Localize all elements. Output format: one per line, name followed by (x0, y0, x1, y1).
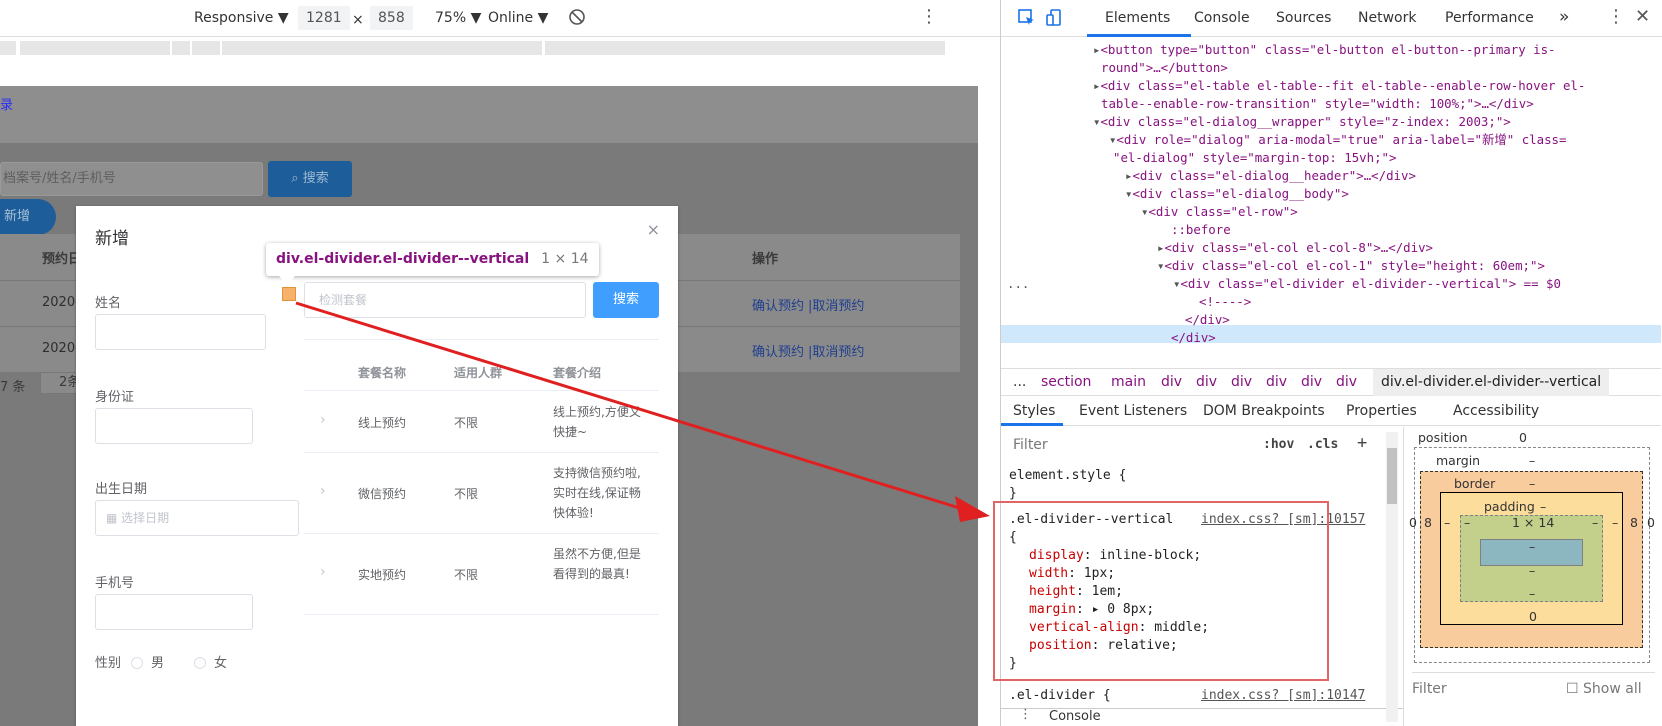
more-options-icon[interactable]: ⋮ (920, 6, 938, 27)
styles-scrollbar[interactable] (1386, 432, 1398, 722)
dom-node[interactable]: ▾<div role="dialog" aria-modal="true" ar… (1109, 131, 1566, 149)
calendar-icon: ▦ (106, 511, 118, 525)
breadcrumb-current[interactable]: div.el-divider.el-divider--vertical (1373, 369, 1610, 396)
back-link[interactable]: 录 (0, 94, 13, 113)
expand-chevron-icon[interactable]: › (320, 564, 326, 580)
name-label: 姓名 (95, 296, 122, 311)
more-tabs-icon[interactable]: » (1559, 7, 1569, 27)
media-query-ruler (0, 37, 1000, 59)
tooltip-arrow (279, 276, 295, 284)
patient-search-input[interactable]: 档案号/姓名/手机号 (0, 162, 263, 196)
node-ellipsis[interactable]: ... (1007, 275, 1029, 293)
divider-highlight (282, 287, 296, 301)
dom-node-cont: table--enable-row-transition" style="wid… (1101, 96, 1534, 111)
active-subtab-indicator (1001, 423, 1063, 426)
styles-subtabs: Styles Event Listeners DOM Breakpoints P… (1001, 396, 1661, 426)
expand-chevron-icon[interactable]: › (320, 412, 326, 428)
device-mode-dropdown[interactable]: Responsive ▼ (194, 10, 289, 26)
rotate-icon[interactable] (568, 8, 586, 30)
tab-dom-breakpoints[interactable]: DOM Breakpoints (1203, 396, 1325, 426)
add-button[interactable]: 新增 (0, 199, 56, 235)
tab-event-listeners[interactable]: Event Listeners (1079, 396, 1187, 426)
annotation-box (993, 501, 1329, 681)
zoom-dropdown[interactable]: 75% ▼ (435, 10, 481, 26)
dom-node[interactable]: ▸<div class="el-table el-table--fit el-t… (1093, 77, 1585, 95)
dom-close-tag: </div> (1171, 330, 1216, 345)
tab-sources[interactable]: Sources (1276, 10, 1331, 26)
tab-network[interactable]: Network (1358, 10, 1416, 26)
screenshot-root: { "device_toolbar": { "mode": "Responsiv… (0, 0, 1662, 726)
expand-chevron-icon[interactable]: › (320, 483, 326, 499)
selected-node-row (1001, 325, 1661, 343)
package-search-input[interactable]: 检测套餐 (304, 282, 586, 318)
inspect-tooltip: div.el-divider.el-divider--vertical 1 × 1… (266, 243, 599, 276)
dom-node[interactable]: ▸<div class="el-dialog__header">…</div> (1125, 167, 1416, 185)
dom-node[interactable]: ▾<div class="el-dialog__wrapper" style="… (1093, 113, 1511, 131)
tab-performance[interactable]: Performance (1445, 10, 1534, 26)
close-icon[interactable]: × (647, 220, 660, 239)
times-sign: × (352, 12, 364, 28)
close-devtools-icon[interactable]: ✕ (1635, 6, 1650, 27)
dom-node[interactable]: ▸<div class="el-col el-col-8">…</div> (1157, 239, 1433, 257)
rule-selector[interactable]: .el-divider { (1009, 687, 1111, 705)
page-header (0, 86, 978, 143)
hov-toggle[interactable]: :hov (1263, 437, 1294, 452)
styles-filter-input[interactable]: Filter (1009, 433, 1247, 457)
gender-female-radio[interactable]: 女 (194, 652, 227, 671)
dom-node[interactable]: ▾<div class="el-row"> (1141, 203, 1298, 221)
viewport-height-input[interactable]: 858 (370, 6, 413, 30)
cancel-link[interactable]: |取消预约 (808, 341, 864, 360)
add-rule-icon[interactable]: + (1357, 433, 1367, 453)
dom-tree: ▸<button type="button" class="el-button … (1001, 38, 1661, 362)
element-style-rule[interactable]: element.style { (1009, 467, 1126, 485)
add-dialog: 新增 × 姓名 身份证 出生日期 ▦ 选择日期 手机号 性别 男 女 检测套餐 … (76, 206, 678, 726)
birth-date-picker[interactable]: ▦ 选择日期 (95, 500, 299, 536)
name-field[interactable] (95, 314, 266, 350)
search-icon: ⌕ (291, 171, 299, 186)
phone-field[interactable] (95, 594, 253, 630)
dialog-title: 新增 (95, 229, 129, 249)
confirm-link[interactable]: 确认预约 (752, 341, 804, 360)
cancel-link[interactable]: |取消预约 (808, 295, 864, 314)
settings-menu-icon[interactable]: ⋮ (1607, 6, 1625, 27)
computed-filter[interactable]: Filter ☐ Show all (1412, 672, 1655, 702)
tab-elements[interactable]: Elements (1105, 10, 1170, 26)
device-toggle-icon[interactable] (1045, 8, 1065, 32)
selected-dom-node[interactable]: ▾<div class="el-divider el-divider--vert… (1173, 275, 1561, 293)
dom-node[interactable]: ▾<div class="el-col el-col-1" style="hei… (1157, 257, 1545, 275)
dom-node[interactable]: ▸<button type="button" class="el-button … (1093, 41, 1556, 59)
tab-styles[interactable]: Styles (1013, 396, 1055, 426)
birth-label: 出生日期 (95, 482, 148, 497)
package-search-button[interactable]: 搜索 (593, 282, 659, 318)
show-all-checkbox[interactable]: ☐ Show all (1566, 673, 1642, 705)
tab-console[interactable]: Console (1194, 10, 1250, 26)
network-throttle-dropdown[interactable]: Online ▼ (488, 10, 548, 26)
viewport-width-input[interactable]: 1281 (298, 6, 350, 30)
id-field[interactable] (95, 408, 253, 444)
dom-node[interactable]: ▾<div class="el-dialog__body"> (1125, 185, 1349, 203)
phone-label: 手机号 (95, 576, 135, 591)
gender-label: 性别 (95, 656, 122, 671)
cls-toggle[interactable]: .cls (1307, 437, 1338, 452)
confirm-link[interactable]: 确认预约 (752, 295, 804, 314)
dom-node-cont: "el-dialog" style="margin-top: 15vh;"> (1113, 150, 1397, 165)
active-tab-indicator (1087, 34, 1191, 37)
id-label: 身份证 (95, 390, 135, 405)
pagination: 7 条 2条 (0, 372, 88, 395)
search-button[interactable]: ⌕ 搜索 (268, 161, 352, 197)
pseudo-before[interactable]: ::before (1171, 221, 1231, 239)
dom-comment[interactable]: <!----> (1199, 293, 1251, 311)
tab-accessibility[interactable]: Accessibility (1453, 396, 1539, 426)
gender-male-radio[interactable]: 男 (131, 652, 164, 671)
devtools-tabs: Elements Console Sources Network Perform… (1001, 0, 1662, 37)
inspect-element-icon[interactable] (1017, 8, 1037, 32)
box-model-diagram: position 0 margin – border – padding – 1… (1403, 427, 1662, 726)
dom-close-tag: </div> (1185, 312, 1230, 327)
device-toolbar: Responsive ▼ 1281 × 858 75% ▼ Online ▼ ⋮ (0, 0, 1000, 37)
breadcrumb: ... section main div div div div div div… (1001, 368, 1661, 396)
dom-node-cont: round">…</button> (1101, 60, 1228, 75)
tab-properties[interactable]: Properties (1346, 396, 1417, 426)
rule-source-link[interactable]: index.css? [sm]:10147 (1201, 687, 1365, 705)
